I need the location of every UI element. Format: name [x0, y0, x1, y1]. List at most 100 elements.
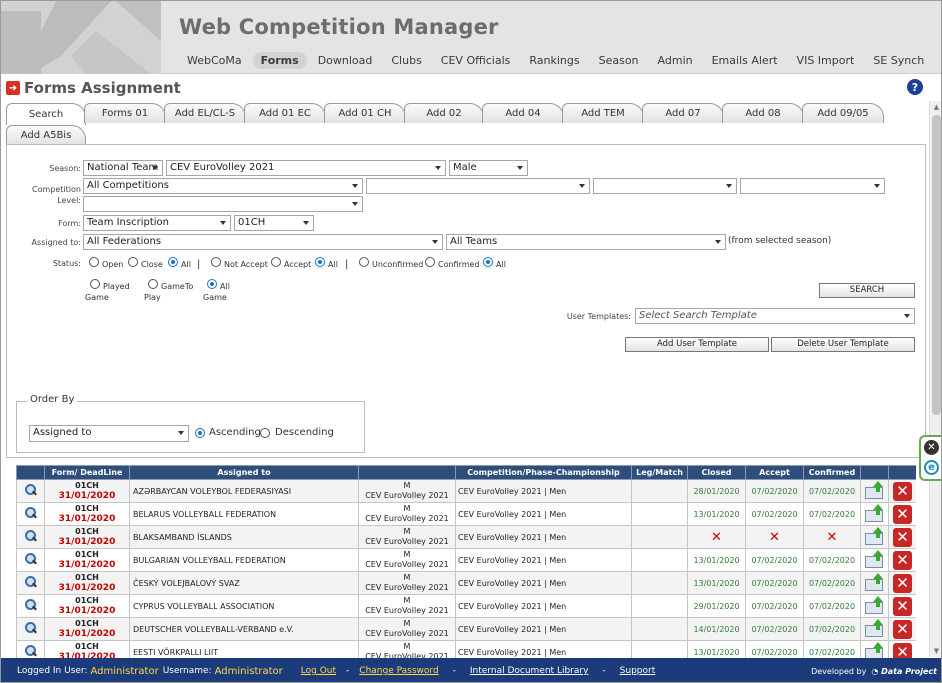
assigned-teams-select[interactable]: All Teams: [446, 234, 726, 250]
nav-item-download[interactable]: Download: [318, 54, 373, 67]
competition-value: CEV EuroVolley 2021: [365, 491, 449, 500]
all-game-radio[interactable]: [207, 279, 217, 289]
nav-item-emails-alert[interactable]: Emails Alert: [712, 54, 778, 67]
view-cell: [16, 525, 45, 549]
tab-add-01-ch[interactable]: Add 01 CH: [324, 103, 406, 123]
nav-item-webcoma[interactable]: WebCoMa: [187, 54, 242, 67]
document-library-link[interactable]: Internal Document Library: [470, 666, 589, 676]
add-user-template-button[interactable]: Add User Template: [625, 337, 769, 352]
delete-icon[interactable]: ✕: [893, 550, 912, 570]
forms-table-wrapper: Form/ DeadLine Assigned to Competition/Pha…: [16, 465, 916, 658]
nav-item-admin[interactable]: Admin: [658, 54, 693, 67]
support-link[interactable]: Support: [620, 666, 656, 676]
form-code: 01CH: [75, 596, 99, 605]
competition-select-4[interactable]: [740, 178, 885, 194]
view-details-icon[interactable]: [24, 621, 38, 635]
status-accept-radio[interactable]: [271, 257, 281, 267]
delete-icon[interactable]: ✕: [893, 481, 912, 501]
assigned-cell: BELARUS VOLLEYBALL FEDERATION: [129, 502, 359, 526]
competition-select-2[interactable]: [366, 178, 590, 194]
form-code: 01CH: [75, 619, 99, 628]
status-unconfirmed-radio[interactable]: [359, 257, 369, 267]
send-email-icon[interactable]: [864, 481, 885, 499]
competition-select-3[interactable]: [593, 178, 737, 194]
tab-search[interactable]: Search: [6, 103, 86, 125]
nav-item-se-synch[interactable]: SE Synch: [873, 54, 924, 67]
scroll-thumb[interactable]: [932, 115, 941, 415]
ascending-radio[interactable]: [195, 428, 205, 438]
delete-user-template-button[interactable]: Delete User Template: [771, 337, 915, 352]
edge-extension-icon[interactable]: e: [924, 460, 939, 475]
nav-item-forms[interactable]: Forms: [252, 52, 307, 69]
status-accept-all-radio[interactable]: [315, 257, 325, 267]
delete-icon[interactable]: ✕: [893, 596, 912, 616]
exit-icon[interactable]: ➜: [6, 81, 20, 95]
help-icon[interactable]: ?: [907, 79, 923, 95]
status-open-radio[interactable]: [89, 257, 99, 267]
accept-value: 07/02/2020: [751, 555, 798, 565]
tab-add-a5bis[interactable]: Add A5Bis: [6, 125, 86, 145]
nav-item-vis-import[interactable]: VIS Import: [797, 54, 855, 67]
close-icon[interactable]: ✕: [924, 440, 939, 455]
delete-icon[interactable]: ✕: [893, 642, 912, 658]
tab-add-02[interactable]: Add 02: [404, 103, 484, 123]
view-details-icon[interactable]: [24, 506, 38, 520]
tab-add-04[interactable]: Add 04: [482, 103, 564, 123]
send-email-icon[interactable]: [864, 527, 885, 545]
status-confirmed-all-label: All: [496, 260, 506, 269]
tab-add-07[interactable]: Add 07: [642, 103, 724, 123]
tab-add-08[interactable]: Add 08: [722, 103, 804, 123]
view-cell: [16, 571, 45, 595]
season-type-select[interactable]: National Team: [83, 160, 163, 176]
view-details-icon[interactable]: [24, 483, 38, 497]
send-email-icon[interactable]: [864, 573, 885, 591]
descending-radio[interactable]: [260, 428, 270, 438]
tab-add-el-cl-s[interactable]: Add EL/CL-S: [164, 103, 246, 123]
view-details-icon[interactable]: [24, 552, 38, 566]
nav-item-cev-officials[interactable]: CEV Officials: [441, 54, 511, 67]
delete-icon[interactable]: ✕: [893, 573, 912, 593]
view-details-icon[interactable]: [24, 644, 38, 658]
form-code-select[interactable]: 01CH: [234, 215, 314, 231]
tab-add-tem[interactable]: Add TEM: [562, 103, 644, 123]
competition-select[interactable]: All Competitions: [83, 178, 363, 194]
gender-value: M: [403, 596, 411, 605]
status-all-radio[interactable]: [168, 257, 178, 267]
order-by-select[interactable]: Assigned to: [29, 425, 189, 442]
search-button[interactable]: SEARCH: [819, 283, 915, 298]
delete-icon[interactable]: ✕: [893, 504, 912, 524]
tab-forms-01[interactable]: Forms 01: [84, 103, 166, 123]
status-confirmed-all-radio[interactable]: [483, 257, 493, 267]
tab-add-01-ec[interactable]: Add 01 EC: [244, 103, 326, 123]
view-details-icon[interactable]: [24, 598, 38, 612]
nav-item-clubs[interactable]: Clubs: [391, 54, 421, 67]
send-email-icon[interactable]: [864, 642, 885, 658]
scroll-up-arrow-icon[interactable]: ▲: [930, 101, 941, 113]
view-details-icon[interactable]: [24, 529, 38, 543]
status-confirmed-radio[interactable]: [425, 257, 435, 267]
game-to-play-radio[interactable]: [148, 279, 158, 289]
change-password-link[interactable]: Change Password: [359, 666, 438, 676]
delete-icon[interactable]: ✕: [893, 619, 912, 639]
tab-add-09-05[interactable]: Add 09/05: [802, 103, 884, 123]
send-email-icon[interactable]: [864, 504, 885, 522]
form-type-select[interactable]: Team Inscription: [83, 215, 231, 231]
page-scrollbar[interactable]: ▲ ▼: [929, 101, 941, 657]
view-details-icon[interactable]: [24, 575, 38, 589]
gender-select[interactable]: Male: [449, 160, 528, 176]
delete-icon[interactable]: ✕: [893, 527, 912, 547]
nav-item-rankings[interactable]: Rankings: [529, 54, 579, 67]
scroll-down-arrow-icon[interactable]: ▼: [930, 645, 941, 657]
logout-link[interactable]: Log Out: [301, 666, 336, 676]
played-game-radio[interactable]: [90, 279, 100, 289]
send-email-icon[interactable]: [864, 550, 885, 568]
nav-item-season[interactable]: Season: [599, 54, 639, 67]
status-close-radio[interactable]: [128, 257, 138, 267]
level-select[interactable]: [83, 196, 363, 212]
user-template-select[interactable]: Select Search Template: [635, 308, 915, 324]
send-email-icon[interactable]: [864, 596, 885, 614]
assigned-federations-select[interactable]: All Federations: [83, 234, 443, 250]
status-not-accept-radio[interactable]: [211, 257, 221, 267]
send-email-icon[interactable]: [864, 619, 885, 637]
season-select[interactable]: CEV EuroVolley 2021: [166, 160, 446, 176]
